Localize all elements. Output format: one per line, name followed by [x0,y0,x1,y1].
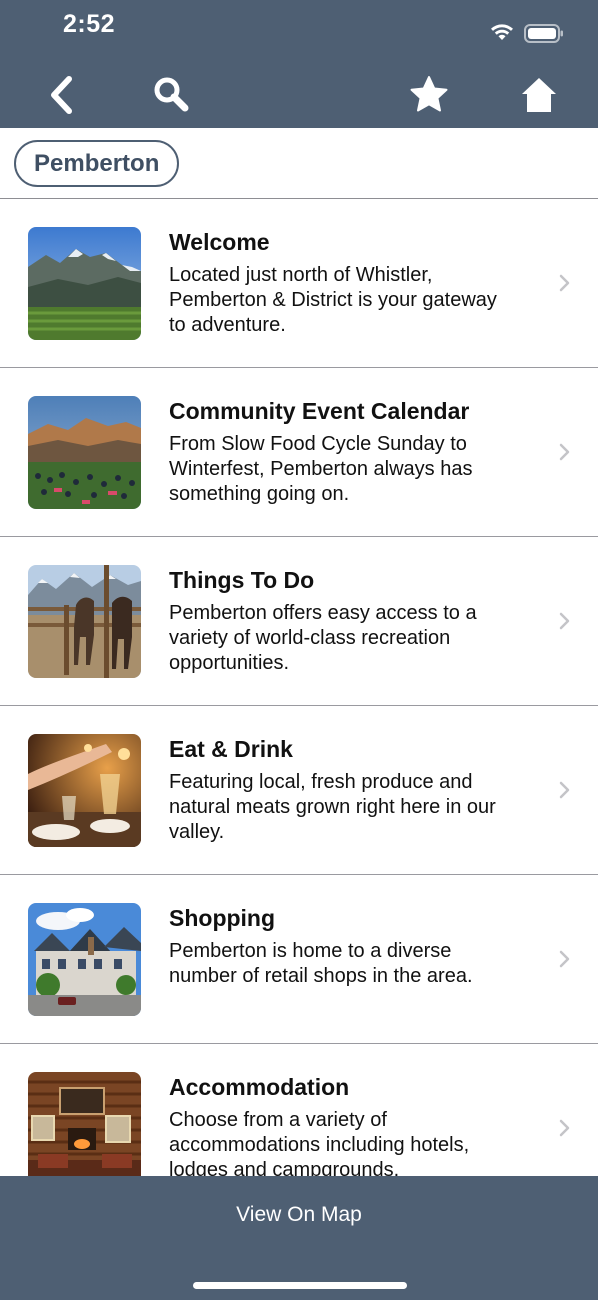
chevron-right-icon [558,611,572,636]
item-title: Community Event Calendar [169,398,470,424]
battery-icon [524,24,564,49]
view-on-map-button[interactable]: View On Map [0,1176,598,1254]
item-title: Shopping [169,905,276,931]
item-description: Pemberton is home to a diverse number of… [169,940,473,987]
chevron-right-icon [558,442,572,467]
list-item-things-to-do[interactable]: Things To Do Pemberton offers easy acces… [0,537,598,706]
welcome-thumbnail [28,227,141,340]
item-title: Welcome [169,229,270,255]
accommodation-thumbnail [28,1072,141,1176]
eat-and-drink-thumbnail [28,734,141,847]
list-item-welcome[interactable]: Welcome Located just north of Whistler, … [0,199,598,368]
home-button[interactable] [515,74,563,120]
list-item-accommodation[interactable]: Accommodation Choose from a variety of a… [0,1044,598,1176]
back-button[interactable] [38,74,86,120]
chevron-right-icon [558,1118,572,1143]
home-indicator[interactable] [193,1282,407,1289]
filter-bar: Pemberton [0,128,598,199]
item-description: Choose from a variety of accommodations … [169,1109,470,1176]
status-bar: 2:52 [0,0,598,52]
chevron-right-icon [558,949,572,974]
chevron-left-icon [47,75,77,119]
status-time: 2:52 [63,10,116,38]
item-title: Accommodation [169,1074,350,1100]
list-item-shopping[interactable]: Shopping Pemberton is home to a diverse … [0,875,598,1044]
favorites-button[interactable] [405,74,453,120]
item-description: Located just north of Whistler, Pemberto… [169,264,497,336]
bottom-bar: View On Map [0,1176,598,1300]
category-list: Welcome Located just north of Whistler, … [0,199,598,1176]
navigation-bar: 2:52 [0,0,598,128]
wifi-icon [488,22,516,47]
item-description: Pemberton offers easy access to a variet… [169,602,477,674]
chevron-right-icon [558,780,572,805]
star-icon [409,75,449,120]
item-title: Things To Do [169,567,315,593]
search-icon [151,75,191,120]
list-item-community-event-calendar[interactable]: Community Event Calendar From Slow Food … [0,368,598,537]
item-title: Eat & Drink [169,736,293,762]
location-chip[interactable]: Pemberton [14,140,180,187]
shopping-thumbnail [28,903,141,1016]
things-to-do-thumbnail [28,565,141,678]
home-icon [519,75,559,120]
item-description: Featuring local, fresh produce and natur… [169,771,496,843]
event-calendar-thumbnail [28,396,141,509]
chevron-right-icon [558,273,572,298]
item-description: From Slow Food Cycle Sunday to Winterfes… [169,433,473,505]
search-button[interactable] [147,74,195,120]
list-item-eat-and-drink[interactable]: Eat & Drink Featuring local, fresh produ… [0,706,598,875]
